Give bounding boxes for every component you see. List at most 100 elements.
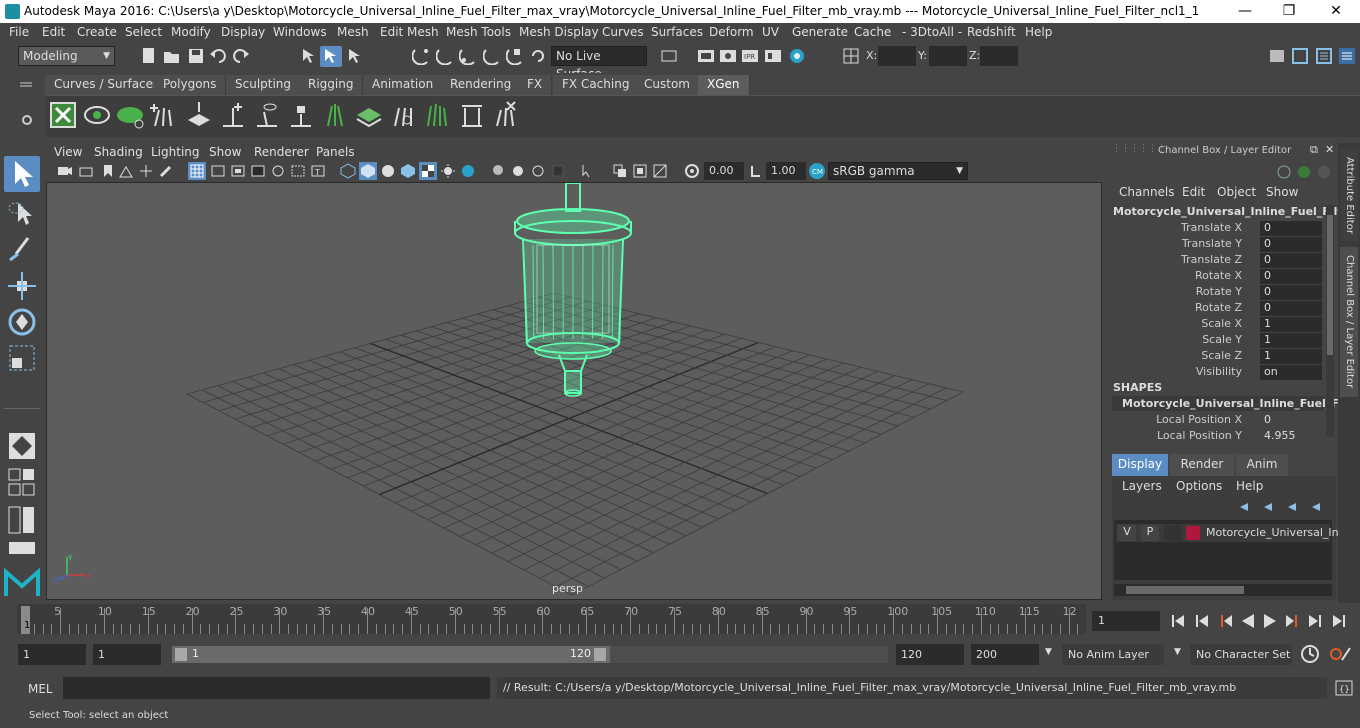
anti-aliasing-icon[interactable] xyxy=(530,163,546,179)
range-end-handle[interactable] xyxy=(594,648,606,661)
shape-channel-label[interactable]: Local Position X xyxy=(1092,413,1242,426)
layer-color-swatch[interactable] xyxy=(1186,526,1200,540)
move-tool-icon[interactable] xyxy=(6,270,38,302)
y-field[interactable] xyxy=(929,46,967,66)
isolate-select-icon[interactable] xyxy=(580,163,596,179)
menu-cache[interactable]: Cache xyxy=(854,25,891,39)
render-current-icon[interactable] xyxy=(719,47,737,65)
cb-menu-channels[interactable]: Channels xyxy=(1119,185,1175,199)
auto-keyframe-icon[interactable] xyxy=(1300,644,1320,664)
history-toggle-icon[interactable] xyxy=(660,47,678,65)
layer-playback-toggle[interactable]: P xyxy=(1141,525,1159,541)
transform-mode-icon[interactable] xyxy=(842,47,860,65)
command-input[interactable] xyxy=(63,677,490,699)
menu-select[interactable]: Select xyxy=(125,25,162,39)
anim-layer-field[interactable]: No Anim Layer xyxy=(1062,644,1164,665)
select-hierarchy-icon[interactable] xyxy=(300,47,318,65)
layout-stacked-icon[interactable] xyxy=(6,540,38,556)
menu-modify[interactable]: Modify xyxy=(171,25,211,39)
step-forward-icon[interactable] xyxy=(1309,615,1321,627)
channel-label[interactable]: Visibility xyxy=(1092,365,1242,378)
side-tab-channel-box[interactable]: Channel Box / Layer Editor xyxy=(1340,247,1358,397)
layer-menu-help[interactable]: Help xyxy=(1236,479,1263,493)
layer-tab-render[interactable]: Render xyxy=(1170,454,1234,476)
grid-toggle-button[interactable] xyxy=(188,162,206,180)
color-space-dropdown[interactable]: sRGB gamma ▼ xyxy=(828,162,968,180)
animation-preferences-icon[interactable] xyxy=(1328,644,1352,664)
menu-mesh-tools[interactable]: Mesh Tools xyxy=(446,25,511,39)
shelf-tab-rendering[interactable]: Rendering xyxy=(441,75,522,95)
shelf-settings-gear-icon[interactable] xyxy=(20,113,34,127)
gamma-field[interactable]: 1.00 xyxy=(766,162,806,180)
hypershade-icon[interactable] xyxy=(788,47,806,65)
character-set-field[interactable]: No Character Set xyxy=(1190,644,1292,665)
channel-label[interactable]: Rotate X xyxy=(1092,269,1242,282)
menu-mesh[interactable]: Mesh xyxy=(337,25,369,39)
layer-display-type[interactable] xyxy=(1164,525,1182,541)
layout-four-pane-icon[interactable] xyxy=(6,466,38,498)
minimize-button[interactable]: — xyxy=(1222,1,1268,22)
xgen-add-guide-icon[interactable] xyxy=(149,100,179,130)
channel-label[interactable]: Scale Y xyxy=(1092,333,1242,346)
default-material-icon[interactable] xyxy=(380,163,396,179)
2d-pan-zoom-icon[interactable] xyxy=(138,163,154,179)
undo-icon[interactable] xyxy=(209,47,227,65)
menu-edit-mesh[interactable]: Edit Mesh xyxy=(380,25,439,39)
snap-view-plane-icon[interactable] xyxy=(483,47,501,65)
menu-generate[interactable]: Generate xyxy=(792,25,848,39)
play-forwards-icon[interactable] xyxy=(1264,614,1276,628)
xray-components-icon[interactable] xyxy=(652,163,668,179)
layer-hscrollbar[interactable] xyxy=(1114,584,1332,596)
resolution-gate-icon[interactable] xyxy=(230,163,246,179)
menu-windows[interactable]: Windows xyxy=(273,25,327,39)
field-chart-icon[interactable] xyxy=(270,163,286,179)
channel-value-field[interactable]: 0 xyxy=(1260,237,1322,252)
time-slider[interactable]: 5 10 15 20 25 30 35 40 45 50 55 60 65 70 75 80 85 90 95 100… xyxy=(17,604,1086,634)
x-field[interactable] xyxy=(878,46,916,66)
menu-3dtoall[interactable]: - 3DtoAll - xyxy=(902,25,962,39)
menu-create[interactable]: Create xyxy=(77,25,117,39)
viewport-menu-renderer[interactable]: Renderer xyxy=(254,145,309,159)
xgen-delete-guide-icon[interactable] xyxy=(491,100,521,130)
cb-menu-show[interactable]: Show xyxy=(1266,185,1298,199)
xray-joints-icon[interactable] xyxy=(632,163,648,179)
smooth-shade-button[interactable] xyxy=(359,162,377,180)
cb-scroll-thumb[interactable] xyxy=(1327,215,1333,355)
cb-menu-object[interactable]: Object xyxy=(1217,185,1256,199)
script-editor-icon[interactable]: {} xyxy=(1334,679,1354,697)
xgen-comb-icon[interactable] xyxy=(389,100,419,130)
xgen-sculpt-guide-icon[interactable] xyxy=(184,100,214,130)
close-panel-icon[interactable]: ✕ xyxy=(1325,143,1334,156)
image-plane-icon[interactable] xyxy=(118,163,134,179)
select-object-button[interactable] xyxy=(320,46,342,67)
xgen-guide-lock-icon[interactable] xyxy=(286,100,316,130)
menu-surfaces[interactable]: Surfaces xyxy=(651,25,703,39)
shelf-tab-xgen[interactable]: XGen xyxy=(698,75,750,95)
color-management-icon[interactable]: CM xyxy=(808,162,826,180)
camera-lock-icon[interactable] xyxy=(78,163,94,179)
wireframe-shading-icon[interactable] xyxy=(340,163,356,179)
viewport-menu-view[interactable]: View xyxy=(54,145,82,159)
channel-value-field[interactable]: 0 xyxy=(1260,253,1322,268)
channel-box-toggle-icons[interactable] xyxy=(1276,163,1332,181)
modeling-toolkit-icon[interactable] xyxy=(1291,47,1309,65)
range-slider-track[interactable] xyxy=(610,646,888,663)
xgen-fur-icon[interactable] xyxy=(423,100,453,130)
shadows-icon[interactable] xyxy=(460,163,476,179)
channel-value-field[interactable]: 1 xyxy=(1260,317,1322,332)
shelf-tab-custom[interactable]: Custom xyxy=(635,75,700,95)
go-to-end-icon[interactable] xyxy=(1333,615,1345,627)
gamma-icon[interactable] xyxy=(748,163,764,179)
menu-deform[interactable]: Deform xyxy=(709,25,754,39)
exposure-field[interactable]: 0.00 xyxy=(704,162,744,180)
channel-value-field[interactable]: 0 xyxy=(1260,269,1322,284)
rotate-tool-icon[interactable] xyxy=(6,306,38,338)
cb-menu-edit[interactable]: Edit xyxy=(1182,185,1205,199)
channel-value-field[interactable]: 0 xyxy=(1260,221,1322,236)
layer-menu-options[interactable]: Options xyxy=(1176,479,1222,493)
snap-curve-icon[interactable] xyxy=(436,47,454,65)
shape-channel-value[interactable]: 0 xyxy=(1260,413,1322,428)
layer-tab-anim[interactable]: Anim xyxy=(1236,454,1288,476)
playback-start-field[interactable]: 1 xyxy=(93,644,161,665)
xgen-layers-icon[interactable] xyxy=(354,100,384,130)
